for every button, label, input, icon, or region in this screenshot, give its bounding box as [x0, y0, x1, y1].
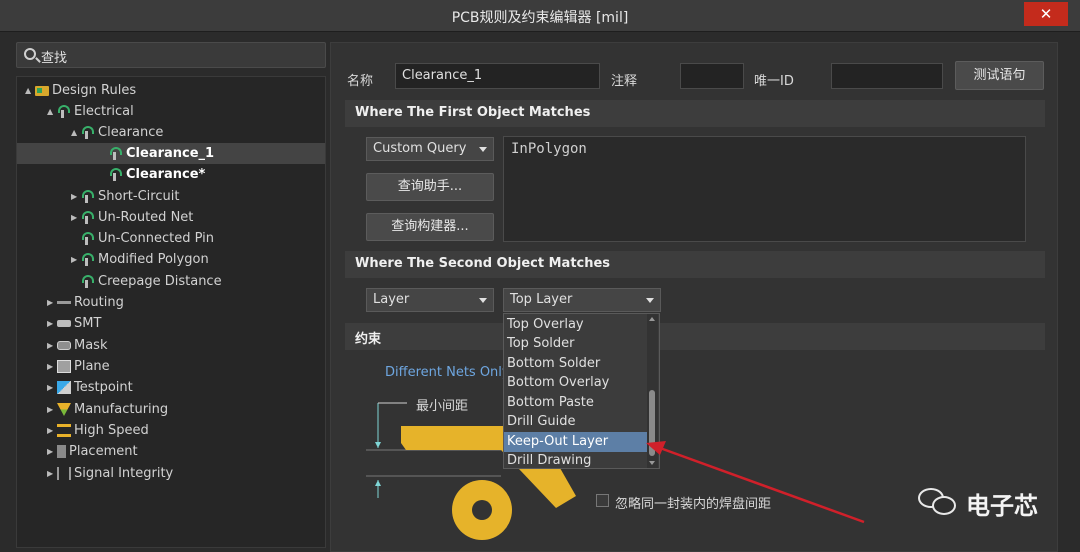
rule-icon — [109, 147, 123, 160]
tree-node-clearance-1[interactable]: Clearance_1 — [17, 143, 325, 164]
chevron-down-icon — [646, 298, 654, 303]
tree-node-un-connected-pin[interactable]: Un-Connected Pin — [81, 228, 214, 249]
search-label: 查找 — [41, 51, 68, 66]
layer-dropdown-list[interactable]: Top Overlay Top Solder Bottom Solder Bot… — [503, 313, 660, 469]
test-query-button[interactable]: 测试语句 — [955, 61, 1044, 90]
watermark-text: 电子芯 — [966, 492, 1038, 520]
rule-icon — [109, 168, 123, 181]
tree-node-short-circuit[interactable]: ▶ Short-Circuit — [71, 186, 179, 207]
tree-node-plane[interactable]: ▶ Plane — [47, 356, 110, 377]
constraints-header: 约束 — [345, 323, 1045, 350]
dimension-arrow-up — [375, 480, 381, 486]
high-speed-icon — [57, 424, 71, 437]
dimension-arrow-down — [375, 442, 381, 448]
tree-node-manufacturing[interactable]: ▶ Manufacturing — [47, 399, 168, 420]
tree-node-testpoint[interactable]: ▶ Testpoint — [47, 377, 133, 398]
tree-node-creepage-distance[interactable]: Creepage Distance — [81, 271, 222, 292]
title-bar: PCB规则及约束编辑器 [mil] ✕ — [0, 0, 1080, 32]
second-match-type-select[interactable]: Layer — [366, 288, 494, 312]
folder-icon — [35, 86, 49, 96]
rule-icon — [81, 232, 95, 245]
rule-icon — [81, 253, 95, 266]
scroll-up-icon[interactable] — [649, 317, 655, 321]
unique-id-label: 唯一ID — [754, 74, 794, 89]
name-label: 名称 — [347, 74, 374, 89]
tree-node-high-speed[interactable]: ▶ High Speed — [47, 420, 149, 441]
rule-icon — [81, 211, 95, 224]
window-title: PCB规则及约束编辑器 [mil] — [451, 10, 629, 26]
testpoint-icon — [57, 381, 71, 394]
query-helper-button[interactable]: 查询助手... — [366, 173, 494, 201]
tree-node-un-routed-net[interactable]: ▶ Un-Routed Net — [71, 207, 193, 228]
tree-node-routing[interactable]: ▶ Routing — [47, 292, 124, 313]
tree-node-signal-integrity[interactable]: ▶ Signal Integrity — [47, 463, 173, 484]
layer-option[interactable]: Bottom Solder — [504, 354, 647, 374]
tree-node-design-rules[interactable]: ▲ Design Rules — [25, 80, 136, 101]
layer-option[interactable]: Drill Guide — [504, 412, 647, 432]
tree-node-electrical[interactable]: ▲ Electrical — [47, 101, 134, 122]
tree-node-modified-polygon[interactable]: ▶ Modified Polygon — [71, 249, 209, 270]
rule-icon — [81, 275, 95, 288]
comment-label: 注释 — [611, 74, 638, 89]
layer-option[interactable]: Top Solder — [504, 334, 647, 354]
chevron-down-icon — [479, 147, 487, 152]
query-builder-button[interactable]: 查询构建器... — [366, 213, 494, 241]
query-editor[interactable]: InPolygon — [503, 136, 1026, 242]
first-match-type-select[interactable]: Custom Query — [366, 137, 494, 161]
mask-icon — [57, 341, 71, 350]
second-match-header: Where The Second Object Matches — [345, 251, 1045, 278]
search-input[interactable]: 查找 — [16, 42, 326, 68]
chevron-down-icon — [479, 298, 487, 303]
layer-option[interactable]: Bottom Paste — [504, 393, 647, 413]
rule-icon — [81, 190, 95, 203]
wechat-icon-secondary — [932, 496, 956, 515]
placement-icon — [57, 445, 66, 458]
close-button[interactable]: ✕ — [1024, 2, 1068, 26]
first-match-header: Where The First Object Matches — [345, 100, 1045, 127]
rule-icon — [57, 105, 71, 118]
rules-tree[interactable]: ▲ Design Rules ▲ Electrical ▲ Clearance Cle… — [16, 76, 326, 548]
manufacturing-icon — [57, 403, 71, 416]
name-field[interactable]: Clearance_1 — [395, 63, 600, 89]
layer-option[interactable]: Drill Drawing — [504, 451, 647, 471]
layer-option[interactable]: Top Overlay — [504, 315, 647, 335]
tree-node-mask[interactable]: ▶ Mask — [47, 335, 107, 356]
tree-node-smt[interactable]: ▶ SMT — [47, 313, 101, 334]
min-clearance-label: 最小间距 — [416, 399, 469, 414]
plane-icon — [57, 360, 71, 373]
tree-node-clearance[interactable]: ▲ Clearance — [71, 122, 163, 143]
ignore-pads-checkbox[interactable] — [596, 494, 609, 507]
unique-id-field[interactable] — [831, 63, 943, 89]
pad-hole — [472, 500, 492, 520]
routing-icon — [57, 296, 71, 309]
tree-node-clearance-star[interactable]: Clearance* — [109, 164, 205, 185]
search-icon — [24, 48, 36, 60]
layer-select[interactable]: Top Layer — [503, 288, 661, 312]
copper-track-left — [401, 426, 511, 450]
rule-icon — [81, 126, 95, 139]
annotation-arrow-head — [646, 441, 666, 455]
annotation-arrow — [646, 441, 865, 524]
annotation-arrow-line — [659, 446, 865, 524]
layer-option-highlighted[interactable]: Keep-Out Layer — [504, 432, 647, 452]
left-panel: 查找 ▲ Design Rules ▲ Electrical ▲ Clearance … — [8, 36, 326, 552]
smt-icon — [57, 320, 71, 327]
net-scope-link[interactable]: Different Nets Only — [385, 365, 510, 380]
comment-field[interactable] — [680, 63, 744, 89]
layer-option[interactable]: Bottom Overlay — [504, 373, 647, 393]
signal-integrity-icon — [57, 467, 71, 480]
tree-node-placement[interactable]: ▶ Placement — [47, 441, 138, 462]
